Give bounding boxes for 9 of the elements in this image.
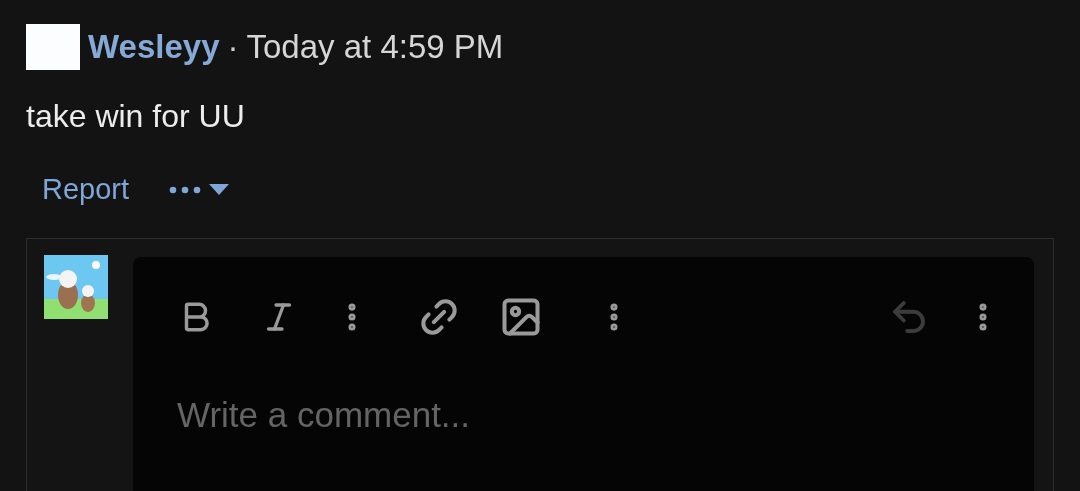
- report-link[interactable]: Report: [42, 168, 130, 212]
- author-name[interactable]: Wesleyy: [88, 22, 220, 72]
- comment-input[interactable]: Write a comment...: [177, 388, 990, 441]
- separator: ·: [227, 27, 239, 68]
- post-body: take win for UU: [26, 97, 246, 136]
- post-time[interactable]: Today at 4:59 PM: [246, 22, 504, 72]
- caret-icon: [209, 184, 230, 196]
- more-icon: [169, 185, 202, 194]
- more-menu-button[interactable]: [169, 184, 230, 196]
